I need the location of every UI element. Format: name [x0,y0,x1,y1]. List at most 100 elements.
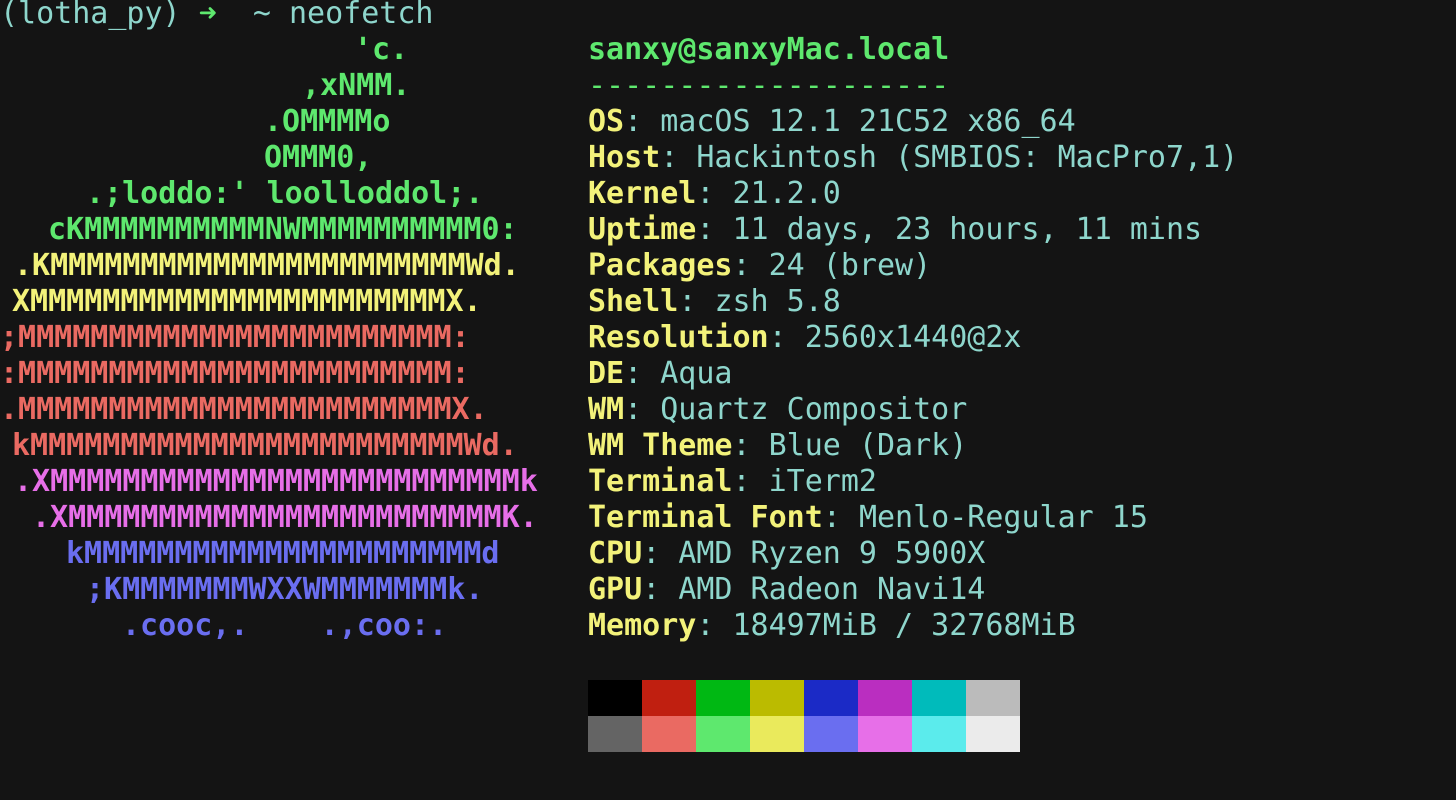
logo-line: .cooc,. .,coo:. [122,608,448,643]
bright-color-swatch [966,716,1020,752]
shell-prompt: (lotha_py) ➜ ~ neofetch [0,0,434,32]
info-colon: : [768,320,805,355]
info-value: AMD Radeon Navi14 [678,572,986,607]
info-key: Resolution [588,320,769,355]
info-colon: : [732,428,769,463]
info-row: Packages: 24 (brew) [588,248,931,284]
bright-color-swatch [750,716,804,752]
info-value: Quartz Compositor [660,392,968,427]
prompt-command: neofetch [289,0,434,31]
info-row: OS: macOS 12.1 21C52 x86_64 [588,104,1076,140]
info-colon: : [624,356,661,391]
info-row: DE: Aqua [588,356,733,392]
logo-line: 'c. [354,32,409,67]
info-colon: : [732,464,769,499]
prompt-env: (lotha_py) [0,0,181,31]
info-key: Terminal Font [588,500,823,535]
logo-line: kMMMMMMMMMMMMMMMMMMMMMMMMWd. [12,428,518,463]
info-value: AMD Ryzen 9 5900X [678,536,986,571]
info-colon: : [696,176,733,211]
logo-line: kMMMMMMMMMMMMMMMMMMMMMMd [66,536,500,571]
info-row: Host: Hackintosh (SMBIOS: MacPro7,1) [588,140,1238,176]
normal-color-swatch [858,680,912,716]
info-row: CPU: AMD Ryzen 9 5900X [588,536,985,572]
info-key: Packages [588,248,733,283]
user-host: sanxy@sanxyMac.local [588,32,950,67]
logo-line: ,xNMM. [302,68,411,103]
logo-line: .OMMMMo [264,104,391,139]
info-colon: : [642,572,679,607]
info-row: WM: Quartz Compositor [588,392,967,428]
bright-color-swatch [858,716,912,752]
info-value: 18497MiB / 32768MiB [732,608,1076,643]
normal-color-swatch [966,680,1020,716]
palette-row-bright [588,716,1020,752]
prompt-arrow: ➜ [198,0,217,31]
logo-line: cKMMMMMMMMMMNWMMMMMMMMMM0: [48,212,518,247]
terminal-window[interactable]: (lotha_py) ➜ ~ neofetch 'c. ,xNMM. .OMMMMo… [0,0,1456,800]
logo-line: ;KMMMMMMMWXXWMMMMMMMk. [86,572,484,607]
info-key: WM Theme [588,428,733,463]
info-key: DE [588,356,625,391]
bright-color-swatch [804,716,858,752]
info-colon: : [822,500,859,535]
info-colon: : [624,392,661,427]
info-row: WM Theme: Blue (Dark) [588,428,967,464]
info-key: CPU [588,536,643,571]
info-row: Resolution: 2560x1440@2x [588,320,1022,356]
info-value: macOS 12.1 21C52 x86_64 [660,104,1076,139]
info-key: Uptime [588,212,697,247]
info-value: Aqua [660,356,733,391]
info-value: 21.2.0 [732,176,841,211]
logo-line: ;MMMMMMMMMMMMMMMMMMMMMMMM: [0,320,470,355]
logo-line: OMMM0, [264,140,373,175]
info-value: 11 days, 23 hours, 11 mins [732,212,1203,247]
info-key: Shell [588,284,679,319]
info-value: 2560x1440@2x [804,320,1022,355]
info-key: Kernel [588,176,697,211]
info-colon: : [660,140,697,175]
logo-line: .XMMMMMMMMMMMMMMMMMMMMMMMMK. [32,500,538,535]
info-value: Menlo-Regular 15 [858,500,1148,535]
logo-line: .;loddo:' loolloddol;. [86,176,484,211]
logo-line: .XMMMMMMMMMMMMMMMMMMMMMMMMMMk [14,464,538,499]
info-key: Host [588,140,661,175]
info-key: GPU [588,572,643,607]
info-row: Terminal: iTerm2 [588,464,877,500]
info-key: Memory [588,608,697,643]
info-row: Terminal Font: Menlo-Regular 15 [588,500,1148,536]
info-colon: : [678,284,715,319]
info-row: Kernel: 21.2.0 [588,176,841,212]
logo-line: .MMMMMMMMMMMMMMMMMMMMMMMMX. [0,392,488,427]
palette-row-normal [588,680,1020,716]
color-palette [588,680,1020,752]
info-value: Hackintosh (SMBIOS: MacPro7,1) [696,140,1239,175]
info-key: OS [588,104,625,139]
logo-line: :MMMMMMMMMMMMMMMMMMMMMMMM: [0,356,470,391]
info-colon: : [696,608,733,643]
info-value: Blue (Dark) [768,428,968,463]
bright-color-swatch [696,716,750,752]
info-row: Uptime: 11 days, 23 hours, 11 mins [588,212,1202,248]
info-colon: : [624,104,661,139]
info-row: GPU: AMD Radeon Navi14 [588,572,985,608]
info-key: WM [588,392,625,427]
logo-line: .KMMMMMMMMMMMMMMMMMMMMMMMWd. [14,248,520,283]
info-value: zsh 5.8 [714,284,841,319]
info-key: Terminal [588,464,733,499]
bright-color-swatch [588,716,642,752]
prompt-dir: ~ [252,0,271,31]
normal-color-swatch [696,680,750,716]
info-colon: : [642,536,679,571]
info-separator: -------------------- [588,68,950,103]
normal-color-swatch [804,680,858,716]
info-value: iTerm2 [768,464,877,499]
normal-color-swatch [642,680,696,716]
logo-line: XMMMMMMMMMMMMMMMMMMMMMMMX. [12,284,482,319]
normal-color-swatch [750,680,804,716]
normal-color-swatch [912,680,966,716]
bright-color-swatch [642,716,696,752]
info-row: Memory: 18497MiB / 32768MiB [588,608,1076,644]
info-value: 24 (brew) [768,248,932,283]
bright-color-swatch [912,716,966,752]
